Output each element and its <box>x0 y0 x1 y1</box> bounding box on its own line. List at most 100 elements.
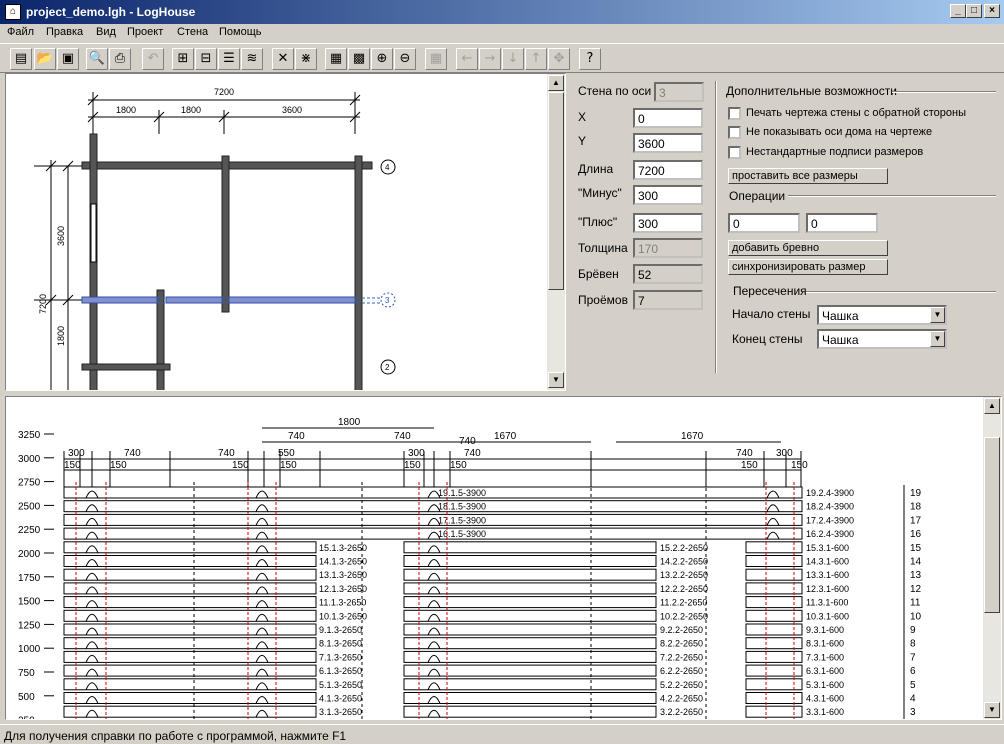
menu-help[interactable]: Помощь <box>219 26 262 38</box>
operation-field-1[interactable]: 0 <box>728 213 800 233</box>
log-label: 6.3.1-600 <box>806 666 844 676</box>
dim-label: 300 <box>408 448 425 459</box>
arrow-right-icon[interactable]: → <box>479 48 501 70</box>
check-custom-dims[interactable] <box>728 146 741 159</box>
chevron-down-icon[interactable]: ▼ <box>930 331 945 347</box>
wall-list-icon[interactable]: ☰ <box>218 48 240 70</box>
thickness-label: Толщина <box>578 241 628 255</box>
log-label: 7.2.2-2650 <box>660 652 703 662</box>
undo-icon[interactable]: ↶ <box>142 48 164 70</box>
check-print-reverse-label: Печать чертежа стены с обратной стороны <box>746 107 966 119</box>
y-tick-label: 2250 <box>18 525 41 536</box>
plan-dim-left-seg1: 3600 <box>56 226 66 246</box>
delete-wall-icon[interactable]: ✕ <box>272 48 294 70</box>
y-field[interactable]: 3600 <box>633 133 703 153</box>
intersections-line <box>806 291 996 293</box>
plan-dim-left-seg2: 1800 <box>56 326 66 346</box>
menu-wall[interactable]: Стена <box>177 26 208 38</box>
plan-dim-seg1: 1800 <box>116 105 136 115</box>
arrow-up-icon[interactable]: ↑ <box>525 48 547 70</box>
row-number: 5 <box>910 680 916 691</box>
sync-size-button[interactable]: синхронизировать размер <box>728 259 888 275</box>
scroll-thumb[interactable] <box>548 92 564 290</box>
log-segment <box>63 705 317 718</box>
menu-edit[interactable]: Правка <box>46 26 83 38</box>
scroll-down-icon[interactable]: ▼ <box>984 702 1000 718</box>
log-label: 17.2.4-3900 <box>806 515 854 525</box>
scroll-down-icon[interactable]: ▼ <box>548 372 564 388</box>
window-title: project_demo.lgh - LogHouse <box>26 5 196 19</box>
menu-project[interactable]: Проект <box>127 26 163 38</box>
operation-field-2[interactable]: 0 <box>806 213 878 233</box>
maximize-button[interactable]: □ <box>966 4 982 18</box>
row-number: 14 <box>910 557 922 568</box>
log-label: 7.3.1-600 <box>806 652 844 662</box>
new-icon[interactable]: ▤ <box>10 48 32 70</box>
y-tick-label: 500 <box>18 692 35 703</box>
log-layout-drawing[interactable]: 3250 3000 2750 2500 2250 2000 1750 1500 1250 1000… <box>5 396 1002 720</box>
preview-icon[interactable]: 🔍 <box>86 48 108 70</box>
log-label: 9.1.3-2650 <box>319 625 362 635</box>
grid-icon[interactable]: ▦ <box>425 48 447 70</box>
log-label: 9.3.1-600 <box>806 625 844 635</box>
log-segment <box>63 555 317 567</box>
menu-view[interactable]: Вид <box>96 26 116 38</box>
arrow-left-icon[interactable]: ← <box>456 48 478 70</box>
intersections-title: Пересечения <box>733 284 807 298</box>
plan-drawing[interactable]: 7200 1800 1800 3600 7200 3600 1800 4 3 2 <box>5 73 566 391</box>
row-number: 19 <box>910 488 922 499</box>
check-print-reverse[interactable] <box>728 107 741 120</box>
split-wall-icon[interactable]: ⋇ <box>295 48 317 70</box>
scroll-thumb[interactable] <box>984 437 1000 613</box>
log-label: 7.1.3-2650 <box>319 652 362 662</box>
log-label: 14.3.1-600 <box>806 557 849 567</box>
wall-side-icon[interactable]: ⊟ <box>195 48 217 70</box>
extra-line <box>892 91 996 93</box>
save-icon[interactable]: ▣ <box>57 48 79 70</box>
plus-field[interactable]: 300 <box>633 213 703 233</box>
dim-label: 150 <box>280 460 297 471</box>
minimize-button[interactable]: _ <box>950 4 966 18</box>
dim-label: 300 <box>776 448 793 459</box>
zoom-out-icon[interactable]: ⊖ <box>394 48 416 70</box>
center-icon[interactable]: ✥ <box>548 48 570 70</box>
title-bar: ⌂ project_demo.lgh - LogHouse _ □ × <box>0 0 1004 24</box>
wall-logs-icon[interactable]: ≋ <box>241 48 263 70</box>
arrow-down-icon[interactable]: ↓ <box>502 48 524 70</box>
menu-file[interactable]: Файл <box>7 26 34 38</box>
y-tick-label: 2500 <box>18 501 41 512</box>
print-icon[interactable]: ⎙ <box>109 48 131 70</box>
openings-field: 7 <box>633 290 703 310</box>
add-log-button[interactable]: добавить бревно <box>728 240 888 256</box>
check-hide-axes[interactable] <box>728 126 741 139</box>
help-icon[interactable]: ? <box>579 48 601 70</box>
log-full <box>63 513 803 526</box>
dim-label: 300 <box>68 448 85 459</box>
scroll-up-icon[interactable]: ▲ <box>984 398 1000 414</box>
log-segment <box>403 650 657 663</box>
minus-field[interactable]: 300 <box>633 185 703 205</box>
x-field[interactable]: 0 <box>633 108 703 128</box>
dim-label: 150 <box>64 460 81 471</box>
app-icon[interactable]: ⌂ <box>5 4 21 20</box>
length-field[interactable]: 7200 <box>633 160 703 180</box>
chevron-down-icon[interactable]: ▼ <box>930 307 945 323</box>
scroll-up-icon[interactable]: ▲ <box>548 75 564 91</box>
wall-start-select[interactable]: Чашка ▼ <box>817 305 947 325</box>
log-segment <box>403 582 657 595</box>
wall-end-select[interactable]: Чашка ▼ <box>817 329 947 349</box>
logs-table-2-icon[interactable]: ▩ <box>348 48 370 70</box>
dim-label: 740 <box>288 431 305 442</box>
plan-vertical-scrollbar[interactable]: ▲ ▼ <box>547 74 565 390</box>
set-all-sizes-button[interactable]: проставить все размеры <box>728 168 888 184</box>
close-button[interactable]: × <box>984 4 1000 18</box>
wall-end-label: Конец стены <box>732 332 803 346</box>
log-label: 5.1.3-2650 <box>319 680 362 690</box>
logs-table-1-icon[interactable]: ▦ <box>325 48 347 70</box>
zoom-in-icon[interactable]: ⊕ <box>371 48 393 70</box>
y-tick-label: 250 <box>18 716 35 720</box>
wall-front-icon[interactable]: ⊞ <box>172 48 194 70</box>
open-icon[interactable]: 📂 <box>34 48 56 70</box>
logs-vertical-scrollbar[interactable]: ▲ ▼ <box>983 397 1001 719</box>
dim-label: 1670 <box>681 431 704 442</box>
